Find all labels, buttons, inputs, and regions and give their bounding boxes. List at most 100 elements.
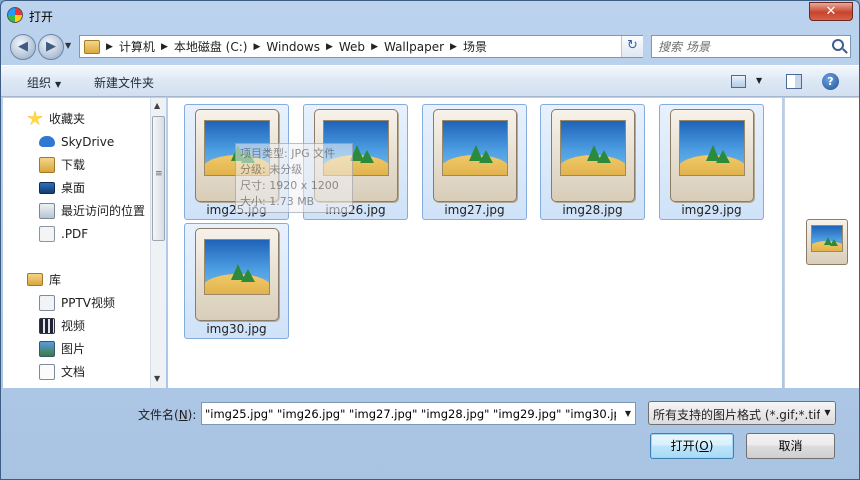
navigation-pane: 收藏夹 SkyDrive 下载 桌面 最近访问的位置 .PDF 库 PPTV视频… xyxy=(3,98,166,388)
file-name: img28.jpg xyxy=(562,203,623,217)
sidebar-item-downloads[interactable]: 下载 xyxy=(39,154,85,175)
tooltip-size: 大小: 1.73 MB xyxy=(240,195,315,208)
breadcrumb-web[interactable]: Web xyxy=(339,40,365,54)
sidebar-item-favorites[interactable]: 收藏夹 xyxy=(27,108,85,129)
search-box[interactable] xyxy=(651,35,851,58)
library-icon xyxy=(27,273,43,286)
preview-image xyxy=(806,219,848,265)
sidebar-item-documents[interactable]: 文档 xyxy=(39,361,85,382)
open-file-dialog: 打开 ✕ ◀ ▶ ▼ ▶ 计算机 ▶ 本地磁盘 (C:) ▶ Windows ▶… xyxy=(0,0,860,480)
view-options-dropdown-icon[interactable]: ▼ xyxy=(756,76,762,85)
change-view-icon[interactable] xyxy=(731,75,746,88)
organize-label: 组织 xyxy=(27,76,52,90)
organize-dropdown-icon: ▼ xyxy=(55,80,62,89)
address-bar[interactable]: ▶ 计算机 ▶ 本地磁盘 (C:) ▶ Windows ▶ Web ▶ Wall… xyxy=(79,35,643,58)
command-toolbar: 组织 ▼ 新建文件夹 ▼ ? xyxy=(1,65,859,97)
file-name: img27.jpg xyxy=(444,203,505,217)
scroll-down-icon[interactable]: ▼ xyxy=(154,374,160,383)
filename-label: 文件名(N): xyxy=(138,408,197,422)
cancel-button[interactable]: 取消 xyxy=(746,433,835,459)
desktop-icon xyxy=(39,181,55,194)
file-type-select[interactable]: 所有支持的图片格式 (*.gif;*.tif ▼ xyxy=(648,401,836,425)
breadcrumb-separator-icon[interactable]: ▶ xyxy=(253,42,260,52)
sidebar-item-pptv[interactable]: PPTV视频 xyxy=(39,292,115,313)
breadcrumb-computer[interactable]: 计算机 xyxy=(119,38,155,55)
folder-icon xyxy=(84,39,100,54)
breadcrumb-local-disk[interactable]: 本地磁盘 (C:) xyxy=(174,38,248,55)
pictures-icon xyxy=(39,340,55,357)
back-button[interactable]: ◀ xyxy=(10,34,36,60)
image-thumbnail xyxy=(433,109,517,202)
breadcrumb-separator-icon[interactable]: ▶ xyxy=(106,42,113,52)
sidebar-item-label: 库 xyxy=(49,273,62,287)
file-item[interactable]: img30.jpg xyxy=(184,223,289,339)
sidebar-item-label: 视频 xyxy=(61,319,86,333)
video-icon xyxy=(39,317,55,334)
pptv-icon xyxy=(39,294,55,311)
pdf-file-icon xyxy=(39,225,55,242)
breadcrumb-separator-icon[interactable]: ▶ xyxy=(371,42,378,52)
title-bar[interactable]: 打开 ✕ xyxy=(1,1,859,29)
sidebar-item-desktop[interactable]: 桌面 xyxy=(39,177,85,198)
breadcrumb-windows[interactable]: Windows xyxy=(266,40,320,54)
forward-button[interactable]: ▶ xyxy=(38,34,64,60)
sidebar-item-videos[interactable]: 视频 xyxy=(39,315,85,336)
window-title: 打开 xyxy=(29,10,54,24)
sidebar-item-label: 图片 xyxy=(61,342,86,356)
new-folder-button[interactable]: 新建文件夹 xyxy=(94,74,154,91)
file-item[interactable]: img29.jpg xyxy=(659,104,764,220)
sidebar-item-label: 桌面 xyxy=(61,181,86,195)
organize-button[interactable]: 组织 ▼ xyxy=(27,74,61,91)
image-thumbnail xyxy=(551,109,635,202)
sidebar-item-recent-places[interactable]: 最近访问的位置 xyxy=(39,200,145,221)
open-button[interactable]: 打开(O) xyxy=(650,433,734,459)
sidebar-item-label: 收藏夹 xyxy=(49,112,86,126)
tooltip-dimensions: 尺寸: 1920 x 1200 xyxy=(240,179,339,192)
breadcrumb-separator-icon[interactable]: ▶ xyxy=(161,42,168,52)
image-thumbnail xyxy=(195,228,279,321)
sidebar-scrollbar[interactable]: ▲ ▼ xyxy=(150,98,166,388)
sidebar-item-skydrive[interactable]: SkyDrive xyxy=(39,131,114,152)
filename-combobox[interactable]: ▼ xyxy=(201,402,636,425)
breadcrumb-separator-icon[interactable]: ▶ xyxy=(326,42,333,52)
search-icon[interactable] xyxy=(832,39,844,51)
sidebar-item-label: SkyDrive xyxy=(61,134,115,149)
downloads-folder-icon xyxy=(39,156,55,173)
tooltip-type: 项目类型: JPG 文件 xyxy=(240,147,336,160)
scrollbar-thumb[interactable] xyxy=(152,116,165,241)
file-type-dropdown-icon[interactable]: ▼ xyxy=(820,402,835,424)
sidebar-item-libraries[interactable]: 库 xyxy=(27,269,61,290)
preview-pane-toggle-icon[interactable] xyxy=(786,74,802,89)
sidebar-item-label: PPTV视频 xyxy=(61,296,116,310)
breadcrumb-separator-icon[interactable]: ▶ xyxy=(450,42,457,52)
recent-pages-dropdown-icon[interactable]: ▼ xyxy=(65,41,71,50)
file-item[interactable]: img27.jpg xyxy=(422,104,527,220)
file-name: img29.jpg xyxy=(681,203,742,217)
refresh-button[interactable]: ↻ xyxy=(621,36,643,57)
tooltip-rating: 分级: 未分级 xyxy=(240,163,303,176)
star-icon xyxy=(27,110,43,126)
cloud-icon xyxy=(39,136,55,147)
file-item[interactable]: img28.jpg xyxy=(540,104,645,220)
breadcrumb-scenes[interactable]: 场景 xyxy=(463,38,487,55)
sidebar-item-pictures[interactable]: 图片 xyxy=(39,338,85,359)
recent-places-icon xyxy=(39,202,55,219)
sidebar-item-pdf[interactable]: .PDF xyxy=(39,223,88,244)
breadcrumb-wallpaper[interactable]: Wallpaper xyxy=(384,40,444,54)
file-list: img25.jpg img26.jpg img27.jpg img28.jpg … xyxy=(168,98,782,388)
filename-dropdown-icon[interactable]: ▼ xyxy=(625,409,631,418)
file-info-tooltip: 项目类型: JPG 文件 分级: 未分级 尺寸: 1920 x 1200 大小:… xyxy=(235,143,353,213)
sidebar-item-label: 最近访问的位置 xyxy=(61,204,146,218)
preview-pane xyxy=(784,98,859,388)
file-type-value: 所有支持的图片格式 (*.gif;*.tif xyxy=(653,408,821,422)
filename-input[interactable] xyxy=(202,403,616,424)
image-thumbnail xyxy=(670,109,754,202)
sidebar-item-label: 文档 xyxy=(61,365,86,379)
scroll-up-icon[interactable]: ▲ xyxy=(154,101,160,110)
close-button[interactable]: ✕ xyxy=(809,2,853,21)
search-input[interactable] xyxy=(652,36,822,57)
sidebar-item-label: 下载 xyxy=(61,158,86,172)
documents-icon xyxy=(39,363,55,380)
help-icon[interactable]: ? xyxy=(822,73,839,90)
file-name: img30.jpg xyxy=(206,322,267,336)
